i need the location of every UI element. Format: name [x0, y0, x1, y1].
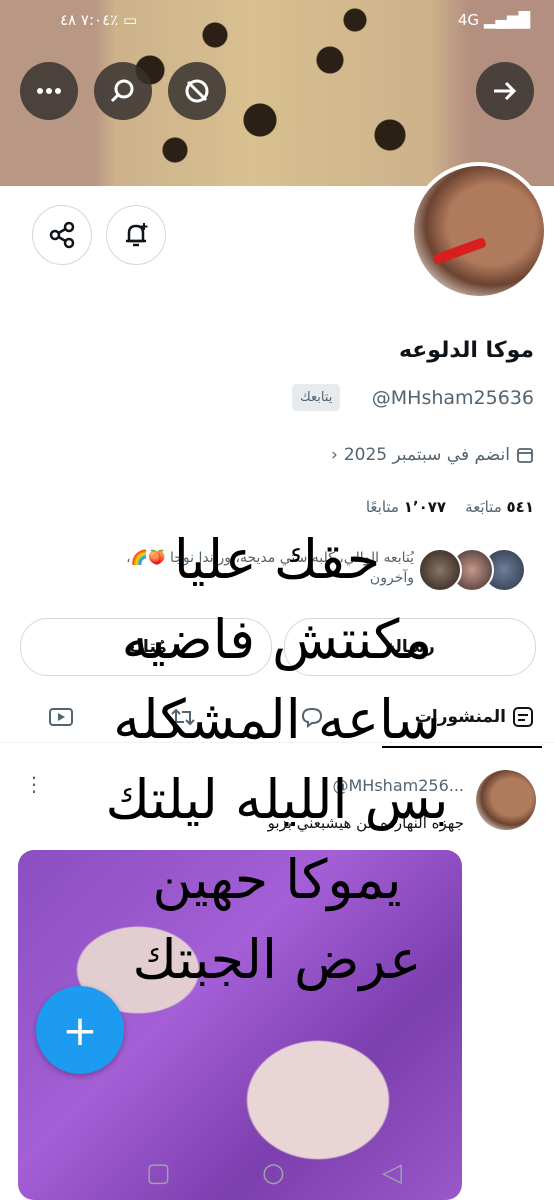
display-name: موكا الدلوعه [398, 338, 534, 363]
avatar-detail [431, 236, 488, 266]
overlay-underline [382, 746, 542, 748]
home-icon[interactable]: ○ [262, 1158, 285, 1188]
followers-label[interactable]: متابعًا [366, 498, 399, 516]
clock: ٧:٠٤ [80, 11, 111, 29]
share-button[interactable] [32, 205, 92, 265]
overlay-line: حقك عليا [173, 528, 381, 591]
network-type: 4G [457, 11, 480, 29]
chevron-left-icon[interactable]: ‹ [331, 445, 338, 465]
follows-you-badge: يتابعك [292, 384, 341, 411]
calendar-icon [517, 448, 533, 463]
search-icon [110, 79, 134, 103]
overlay-line: مكنتش فاضيه [121, 608, 433, 671]
more-button[interactable] [20, 62, 78, 120]
compose-icon: + [62, 1005, 98, 1055]
overlay-caption: حقك عليا مكنتش فاضيه ساعه المشكله بس الل… [0, 520, 554, 1000]
following-label[interactable]: متابَعة [465, 498, 502, 516]
status-time: ٧:٠٤ ٤٨٪ ▭ [50, 11, 137, 29]
share-icon [49, 221, 75, 249]
compose-button[interactable]: + [36, 986, 124, 1074]
user-handle: @MHsham25636 [371, 387, 534, 409]
joined-date: انضم في سبتمبر 2025 ‹ [331, 445, 534, 465]
joined-text: انضم في سبتمبر 2025 [343, 445, 510, 465]
recent-apps-icon[interactable]: ▢ [146, 1158, 171, 1188]
overlay-line: ساعه المشكله [113, 688, 441, 751]
profile-avatar[interactable] [410, 162, 548, 300]
search-button[interactable] [94, 62, 152, 120]
overlay-line: يموكا حهين [152, 848, 402, 911]
notify-button[interactable] [106, 205, 166, 265]
back-icon[interactable]: ◁ [382, 1158, 402, 1188]
overlay-line: بس الليله ليلتك [105, 768, 449, 831]
retweet-off-icon [185, 79, 209, 103]
followers-count[interactable]: ١٬٠٧٧ [404, 498, 446, 516]
notification-add-icon [126, 223, 148, 247]
forward-arrow-icon [494, 81, 517, 101]
signal-icon: ▂▄▆█ [483, 11, 530, 29]
status-signal: 4G ▂▄▆█ [458, 11, 530, 29]
status-bar: ٧:٠٤ ٤٨٪ ▭ 4G ▂▄▆█ [0, 0, 554, 40]
follow-stats: ٥٤١ متابَعة ١٬٠٧٧ متابعًا [366, 498, 534, 516]
following-count[interactable]: ٥٤١ [507, 498, 534, 516]
forward-button[interactable] [476, 62, 534, 120]
more-icon [37, 88, 61, 94]
retweet-off-button[interactable] [168, 62, 226, 120]
